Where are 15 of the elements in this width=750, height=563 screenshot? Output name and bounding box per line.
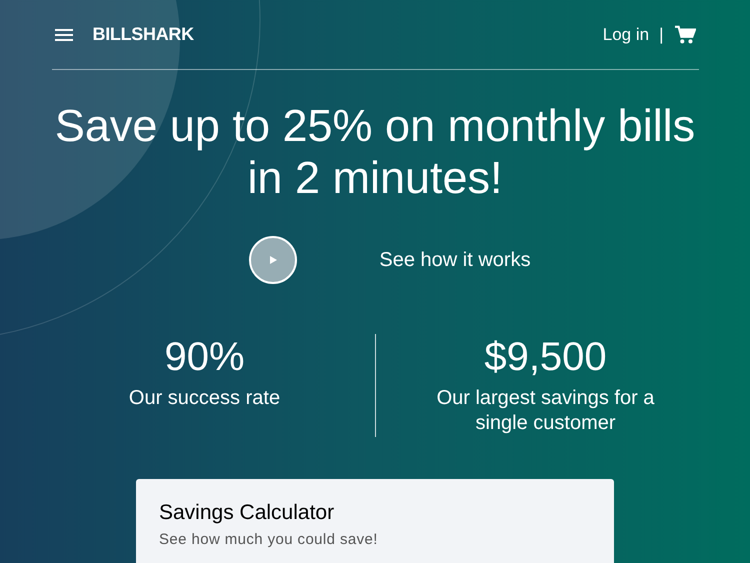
menu-icon[interactable]: [54, 28, 72, 42]
logo[interactable]: BILLSHARK: [92, 24, 194, 45]
stat-value: $9,500: [484, 334, 607, 380]
play-icon: [268, 255, 278, 265]
login-link[interactable]: Log in: [602, 24, 650, 44]
cart-icon[interactable]: [674, 24, 696, 44]
stat-label: Our success rate: [128, 386, 282, 411]
separator: |: [659, 24, 664, 44]
card-subtitle: See how much you could save!: [159, 531, 379, 548]
stat-label: Our largest savings for a single customer: [436, 386, 656, 436]
play-button[interactable]: [249, 236, 298, 284]
video-link[interactable]: See how it works: [379, 248, 531, 272]
headline: Save up to 25% on monthly bills in 2 minutes!: [54, 100, 696, 204]
stat-value: 90%: [164, 334, 245, 380]
card-title: Savings Calculator: [159, 501, 336, 525]
